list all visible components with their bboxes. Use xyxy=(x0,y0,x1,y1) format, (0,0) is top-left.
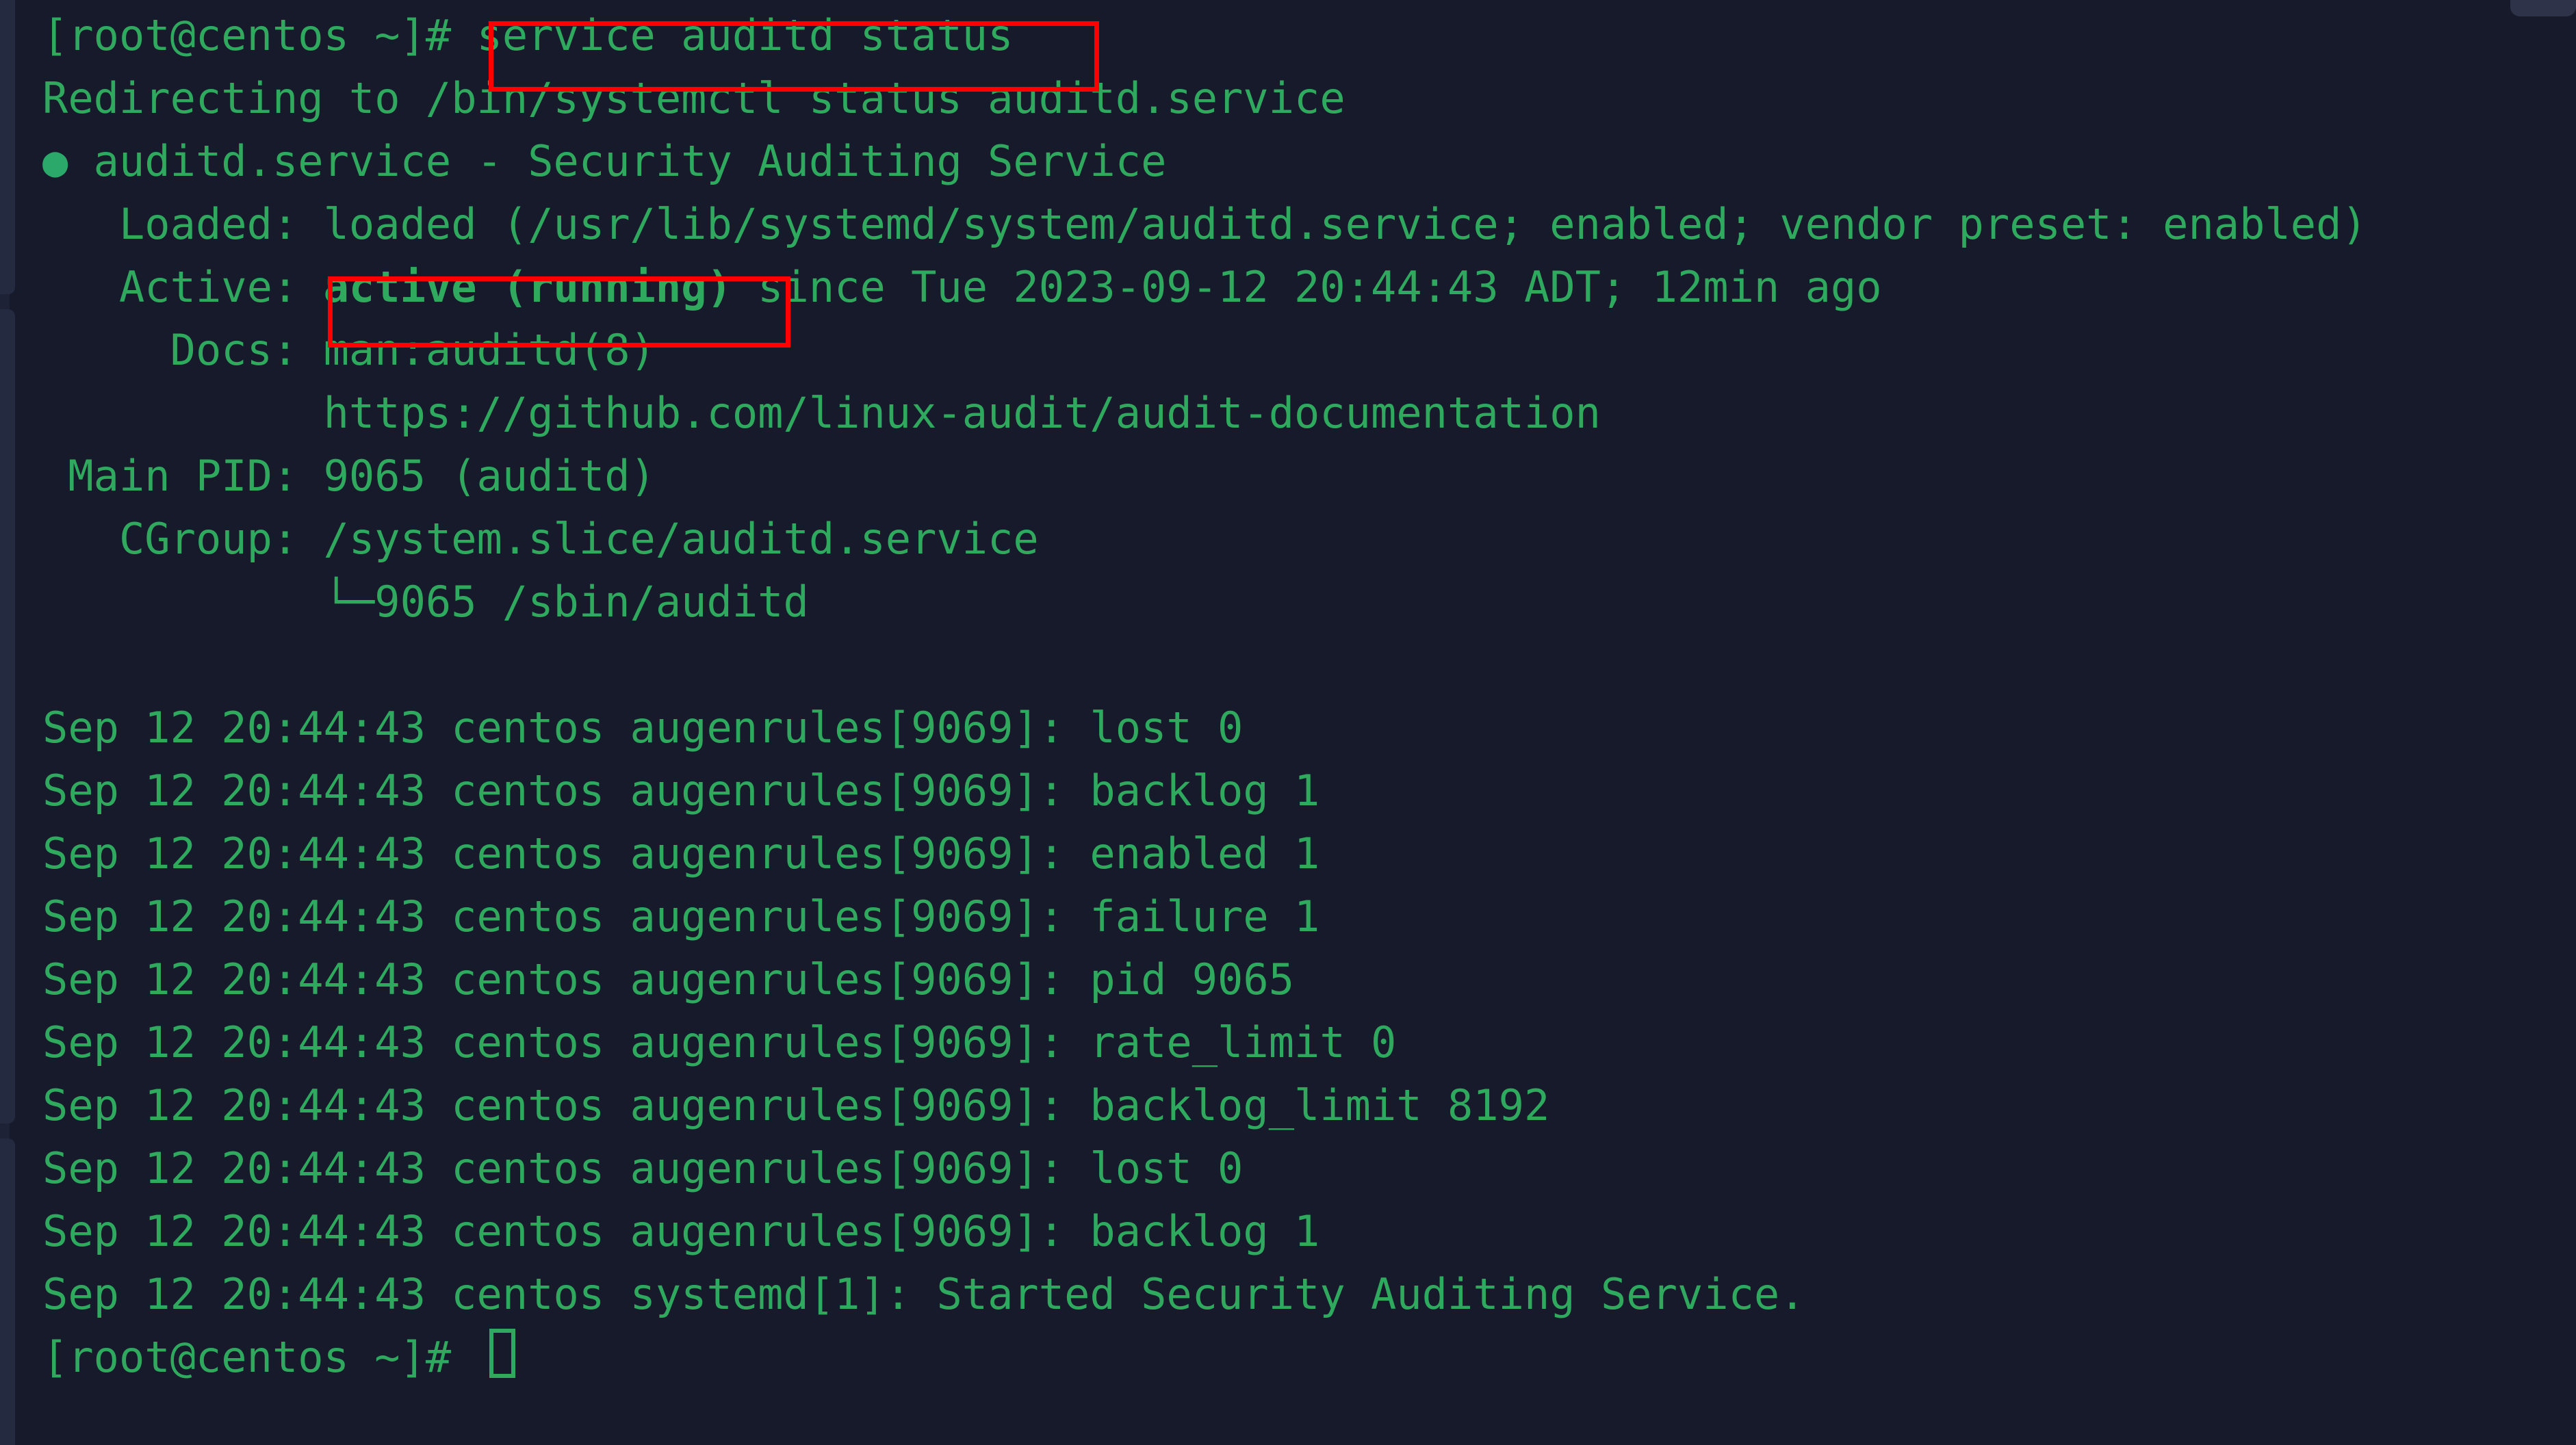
terminal-line-cgroup-child: └─9065 /sbin/auditd xyxy=(42,577,809,627)
terminal-line-journal-6: Sep 12 20:44:43 centos augenrules[9069]:… xyxy=(42,1017,1397,1067)
unit-headline-text: auditd.service - Security Auditing Servi… xyxy=(68,136,1167,186)
terminal-line-active: Active: active (running) since Tue 2023-… xyxy=(42,256,1882,319)
terminal-line-loaded: Loaded: loaded (/usr/lib/systemd/system/… xyxy=(42,199,2367,249)
terminal-line-docs-man: Docs: man:auditd(8) xyxy=(42,325,656,375)
terminal-line-unit-headline: ● auditd.service - Security Auditing Ser… xyxy=(42,130,1166,193)
terminal-line-journal-3: Sep 12 20:44:43 centos augenrules[9069]:… xyxy=(42,829,1320,878)
shell-prompt: [root@centos ~]# xyxy=(42,10,477,60)
terminal-window[interactable]: [root@centos ~]# service auditd status R… xyxy=(0,0,2576,1445)
window-edge-notch-top xyxy=(0,0,15,294)
window-edge-notch-bottom xyxy=(0,1138,15,1445)
terminal-line-journal-8: Sep 12 20:44:43 centos augenrules[9069]:… xyxy=(42,1143,1244,1193)
terminal-screen[interactable]: [root@centos ~]# service auditd status R… xyxy=(42,0,2576,1445)
terminal-line-journal-5: Sep 12 20:44:43 centos augenrules[9069]:… xyxy=(42,954,1295,1004)
terminal-line-journal-4: Sep 12 20:44:43 centos augenrules[9069]:… xyxy=(42,891,1320,941)
terminal-line-journal-10: Sep 12 20:44:43 centos systemd[1]: Start… xyxy=(42,1269,1805,1319)
active-since-text: since Tue 2023-09-12 20:44:43 ADT; 12min… xyxy=(732,262,1882,312)
active-label: Active: xyxy=(42,262,324,312)
terminal-line-journal-1: Sep 12 20:44:43 centos augenrules[9069]:… xyxy=(42,703,1244,753)
terminal-line-journal-9: Sep 12 20:44:43 centos augenrules[9069]:… xyxy=(42,1206,1320,1256)
terminal-line-final-prompt: [root@centos ~]# xyxy=(42,1332,477,1382)
window-edge-notch-middle xyxy=(0,309,15,1123)
terminal-line-journal-2: Sep 12 20:44:43 centos augenrules[9069]:… xyxy=(42,766,1320,816)
terminal-line-docs-url: https://github.com/linux-audit/audit-doc… xyxy=(42,388,1601,438)
terminal-line-cgroup: CGroup: /system.slice/auditd.service xyxy=(42,514,1039,564)
terminal-line-main-pid: Main PID: 9065 (auditd) xyxy=(42,451,656,501)
active-status-value: active (running) xyxy=(323,262,732,312)
terminal-line-prompt-command: [root@centos ~]# service auditd status xyxy=(42,4,1013,67)
terminal-line-journal-7: Sep 12 20:44:43 centos augenrules[9069]:… xyxy=(42,1080,1550,1130)
terminal-line-redirecting: Redirecting to /bin/systemctl status aud… xyxy=(42,73,1345,123)
command-text: service auditd status xyxy=(476,10,1014,60)
terminal-cursor[interactable] xyxy=(489,1329,515,1378)
status-bullet-icon: ● xyxy=(42,136,68,186)
